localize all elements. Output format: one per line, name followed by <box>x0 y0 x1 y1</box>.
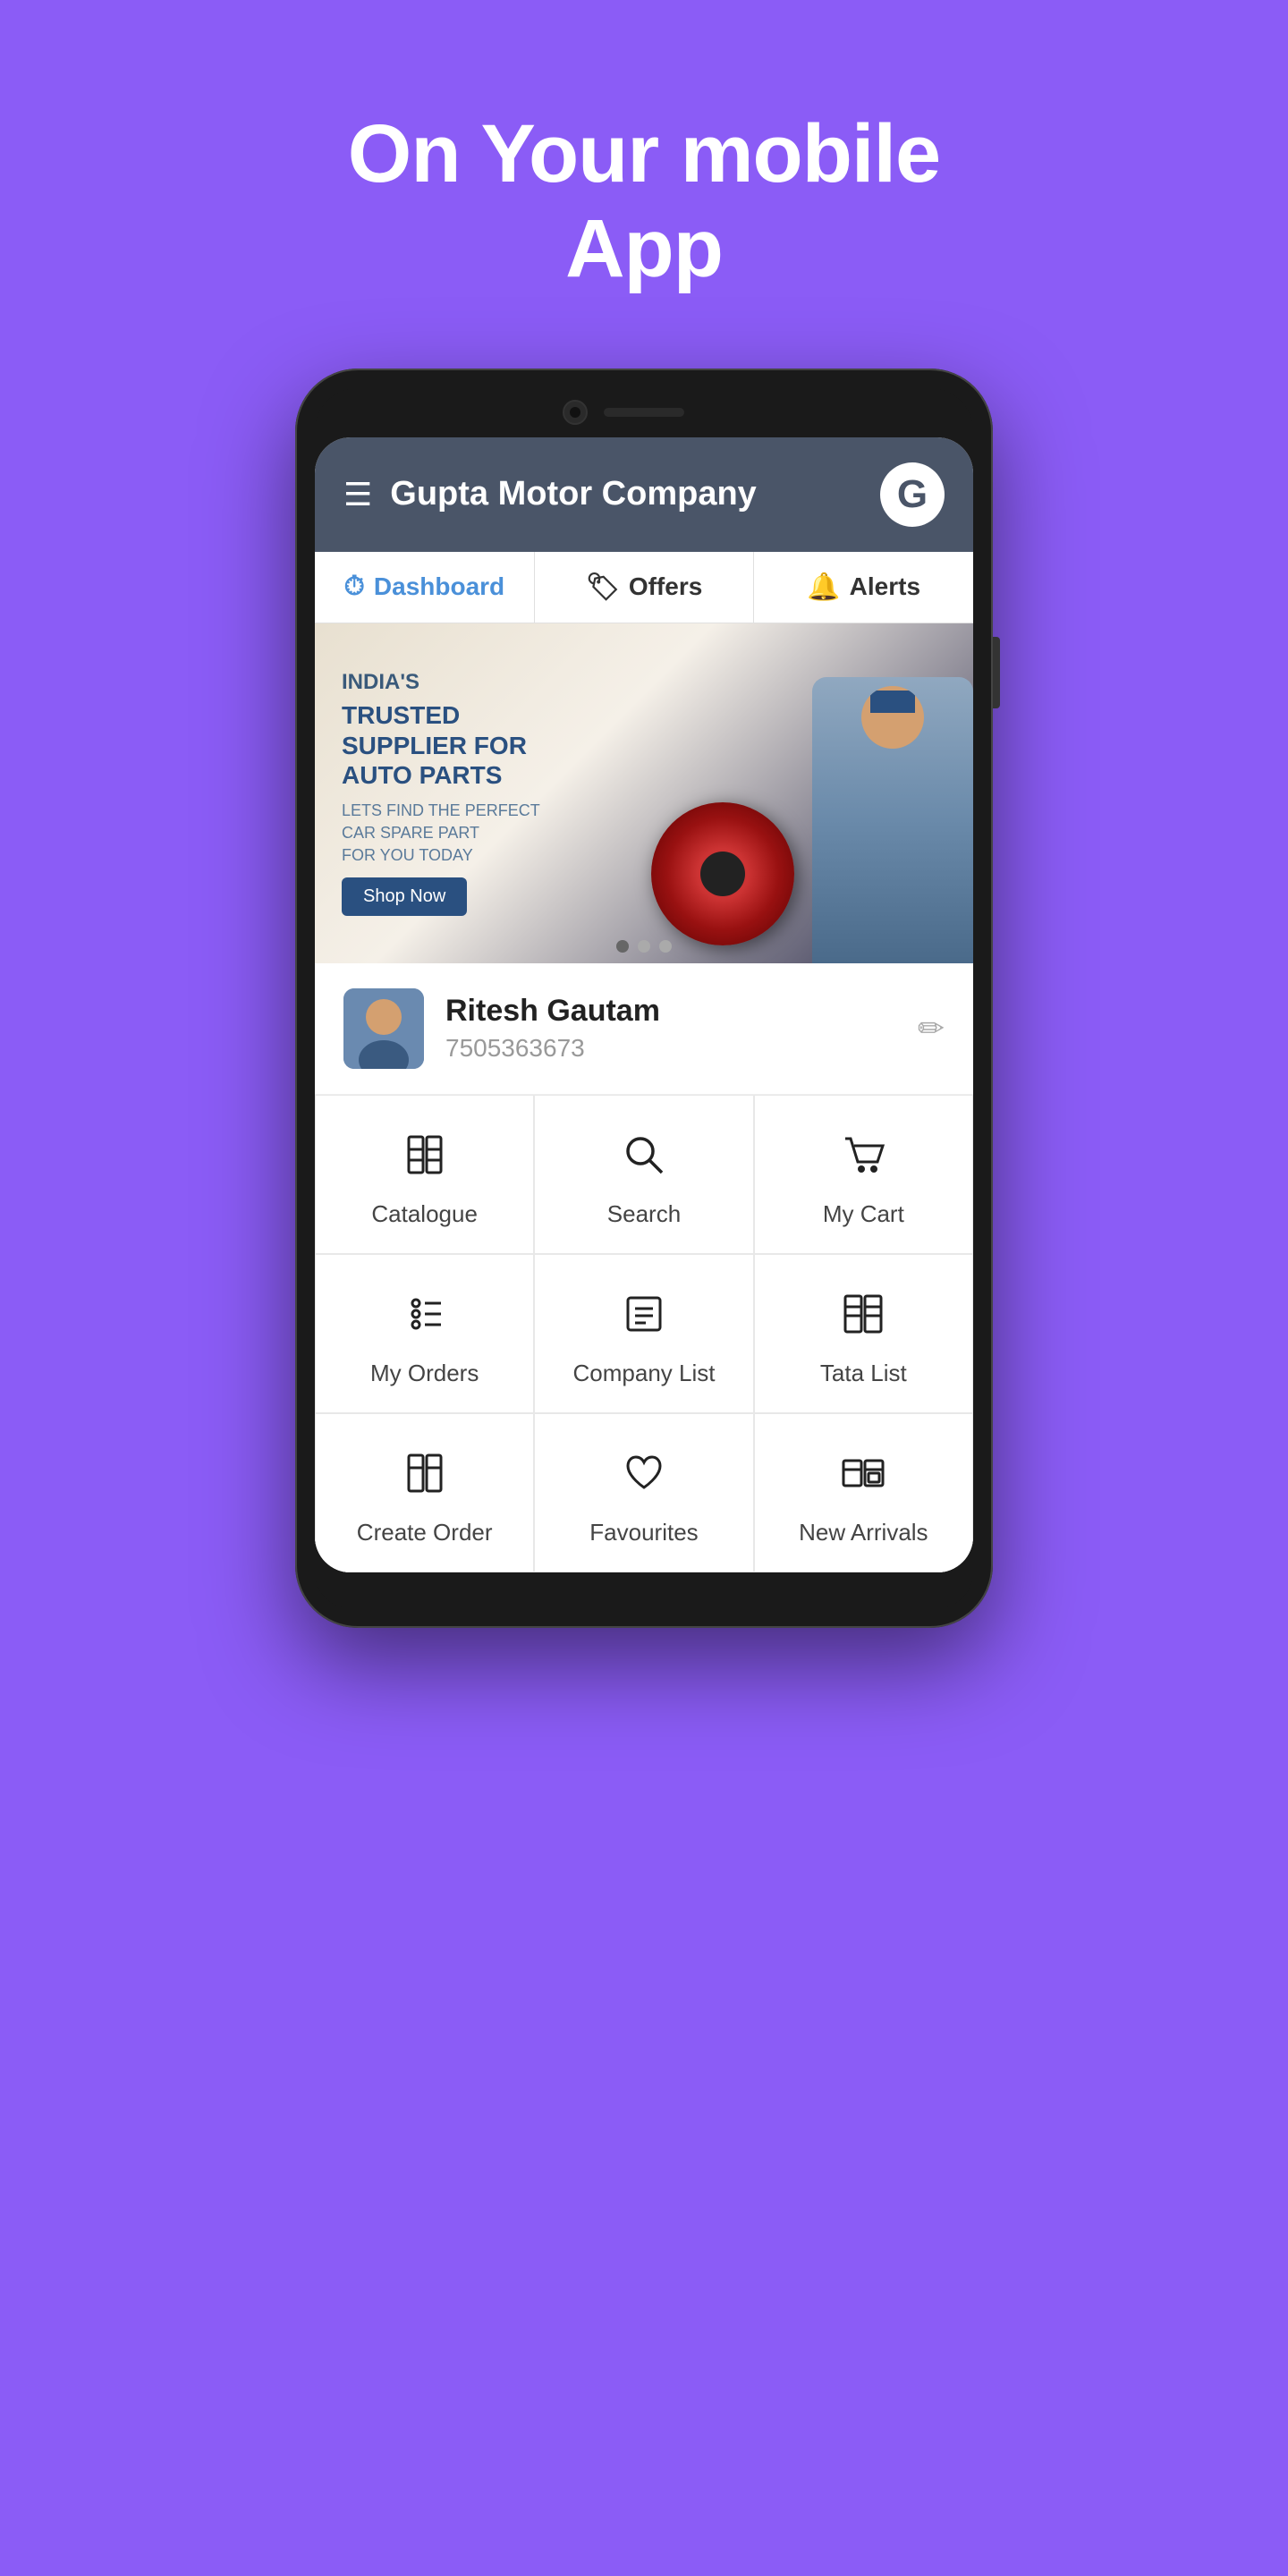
create-order-label: Create Order <box>357 1519 493 1546</box>
cart-icon <box>840 1131 886 1186</box>
user-avatar <box>343 988 424 1069</box>
phone-bottom-bar <box>315 1572 973 1608</box>
dashboard-icon: ⏱ <box>344 572 365 602</box>
mechanic-illustration <box>812 677 973 963</box>
orders-icon <box>402 1291 448 1345</box>
search-label: Search <box>607 1200 681 1228</box>
phone-screen: ☰ Gupta Motor Company G ⏱ Dashboard 🏷 Of… <box>315 437 973 1572</box>
hero-title: On Your mobile App <box>348 107 940 297</box>
my-orders-label: My Orders <box>370 1360 479 1387</box>
my-cart-label: My Cart <box>823 1200 904 1228</box>
menu-item-catalogue[interactable]: Catalogue <box>315 1095 534 1254</box>
dot-2 <box>638 940 650 953</box>
dot-1 <box>616 940 629 953</box>
menu-item-favourites[interactable]: Favourites <box>534 1413 753 1572</box>
brand-logo: G <box>880 462 945 527</box>
phone-side-button <box>993 637 1000 708</box>
promo-banner: INDIA'S TRUSTEDSUPPLIER FORAUTO PARTS LE… <box>315 623 973 963</box>
phone-speaker <box>604 408 684 417</box>
offers-icon: 🏷 <box>586 572 620 603</box>
menu-item-my-orders[interactable]: My Orders <box>315 1254 534 1413</box>
company-list-icon <box>621 1291 667 1345</box>
tata-list-label: Tata List <box>820 1360 907 1387</box>
menu-item-new-arrivals[interactable]: New Arrivals <box>754 1413 973 1572</box>
banner-tag: INDIA'S <box>342 670 540 695</box>
user-info: Ritesh Gautam 7505363673 <box>445 994 896 1063</box>
user-card: Ritesh Gautam 7505363673 ✏ <box>315 963 973 1095</box>
user-phone: 7505363673 <box>445 1034 896 1063</box>
catalogue-icon <box>402 1131 448 1186</box>
phone-notch <box>315 388 973 437</box>
favourites-icon <box>621 1450 667 1504</box>
phone-camera <box>563 400 588 425</box>
banner-headline: TRUSTEDSUPPLIER FORAUTO PARTS <box>342 700 540 791</box>
phone-mockup: ☰ Gupta Motor Company G ⏱ Dashboard 🏷 Of… <box>295 369 993 1628</box>
new-arrivals-icon <box>840 1450 886 1504</box>
edit-profile-icon[interactable]: ✏ <box>918 1010 945 1047</box>
menu-grid: Catalogue Search <box>315 1095 973 1572</box>
app-title: Gupta Motor Company <box>390 475 880 513</box>
menu-item-search[interactable]: Search <box>534 1095 753 1254</box>
nav-tabs: ⏱ Dashboard 🏷 Offers 🔔 Alerts <box>315 552 973 623</box>
menu-item-company-list[interactable]: Company List <box>534 1254 753 1413</box>
tab-offers[interactable]: 🏷 Offers <box>535 552 755 623</box>
banner-sub: LETS FIND THE PERFECTCAR SPARE PARTFOR Y… <box>342 800 540 868</box>
alerts-icon: 🔔 <box>807 572 840 603</box>
catalogue-label: Catalogue <box>371 1200 478 1228</box>
banner-dots <box>616 940 672 953</box>
brake-disc-illustration <box>651 802 794 945</box>
hamburger-icon[interactable]: ☰ <box>343 479 372 511</box>
shop-now-button[interactable]: Shop Now <box>342 877 467 916</box>
menu-item-create-order[interactable]: Create Order <box>315 1413 534 1572</box>
search-icon <box>621 1131 667 1186</box>
user-name: Ritesh Gautam <box>445 994 896 1029</box>
app-header: ☰ Gupta Motor Company G <box>315 437 973 552</box>
tab-alerts[interactable]: 🔔 Alerts <box>754 552 973 623</box>
favourites-label: Favourites <box>589 1519 698 1546</box>
menu-item-my-cart[interactable]: My Cart <box>754 1095 973 1254</box>
company-list-label: Company List <box>573 1360 716 1387</box>
tata-list-icon <box>840 1291 886 1345</box>
menu-item-tata-list[interactable]: Tata List <box>754 1254 973 1413</box>
new-arrivals-label: New Arrivals <box>799 1519 928 1546</box>
tab-dashboard[interactable]: ⏱ Dashboard <box>315 552 535 623</box>
create-order-icon <box>402 1450 448 1504</box>
dot-3 <box>659 940 672 953</box>
